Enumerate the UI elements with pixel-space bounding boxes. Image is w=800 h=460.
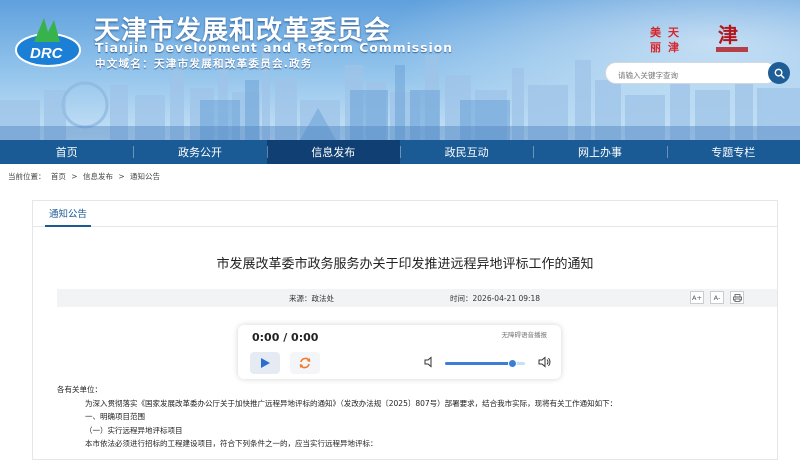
- article-panel: 通知公告 市发展改革委市政务服务办关于印发推进远程异地评标工作的通知 来源：政法…: [32, 200, 778, 460]
- article-title: 市发展改革委市政务服务办关于印发推进远程异地评标工作的通知: [216, 257, 594, 272]
- nav-item-interaction[interactable]: 政民互动: [399, 140, 533, 164]
- volume-high-icon[interactable]: [538, 355, 552, 369]
- nav-item-home[interactable]: 首页: [0, 140, 133, 164]
- breadcrumb-home[interactable]: 首页: [51, 172, 66, 181]
- article-source: 来源：政法处: [289, 294, 334, 303]
- site-header: DRC 天津市发展和改革委员会 Tianjin Development and …: [0, 0, 800, 140]
- player-time: 0:00 / 0:00: [252, 331, 319, 344]
- audio-player: 0:00 / 0:00 无障碍语音播报: [238, 325, 561, 379]
- search-icon: [774, 68, 785, 79]
- svg-text:津: 津: [718, 23, 738, 47]
- chinese-domain-name: 中文域名：天津市发展和改革委员会.政务: [95, 58, 313, 70]
- svg-text:天: 天: [668, 26, 680, 39]
- breadcrumb: 当前位置： 首页 > 信息发布 > 通知公告: [8, 171, 163, 182]
- nav-item-online-services[interactable]: 网上办事: [533, 140, 666, 164]
- article-body: 各有关单位： 为深入贯彻落实《国家发展改革委办公厅关于加快推广远程异地评标的通知…: [57, 383, 757, 451]
- section-tab-bar: 通知公告: [33, 201, 777, 227]
- article-time: 时间：2026-04-21 09:18: [450, 294, 541, 303]
- article-tools: A+ A-: [690, 291, 744, 304]
- svg-text:津: 津: [668, 40, 679, 54]
- breadcrumb-separator: >: [71, 172, 78, 181]
- breadcrumb-separator: >: [118, 172, 125, 181]
- nav-item-information-release[interactable]: 信息发布: [266, 140, 400, 164]
- search-input[interactable]: [606, 65, 756, 86]
- nav-item-government-affairs[interactable]: 政务公开: [133, 140, 266, 164]
- accessibility-audio-label: 无障碍语音播报: [501, 331, 548, 339]
- svg-text:美: 美: [650, 25, 662, 39]
- loop-button[interactable]: [290, 352, 320, 374]
- svg-text:DRC: DRC: [30, 45, 64, 62]
- volume-low-icon[interactable]: [424, 356, 436, 368]
- breadcrumb-prefix: 当前位置：: [8, 172, 46, 181]
- tianjin-calligraphy-badge[interactable]: 津: [712, 20, 752, 56]
- article-salutation: 各有关单位：: [57, 385, 102, 394]
- volume-slider[interactable]: [445, 359, 525, 368]
- print-icon: [732, 293, 742, 302]
- search-box[interactable]: [605, 62, 777, 86]
- main-nav: 首页 政务公开 信息发布 政民互动 网上办事 专题专栏: [0, 140, 800, 164]
- nav-item-special-topics[interactable]: 专题专栏: [666, 140, 800, 164]
- breadcrumb-notices[interactable]: 通知公告: [130, 172, 160, 181]
- font-increase-button[interactable]: A+: [690, 291, 704, 304]
- drc-logo: DRC: [15, 18, 81, 67]
- article-meta-bar: 来源：政法处 时间：2026-04-21 09:18 A+ A-: [57, 289, 777, 307]
- volume-slider-handle[interactable]: [508, 359, 517, 368]
- svg-text:丽: 丽: [650, 41, 661, 54]
- breadcrumb-information-release[interactable]: 信息发布: [83, 172, 113, 181]
- article-paragraph: 为深入贯彻落实《国家发展改革委办公厅关于加快推广远程异地评标的通知》（发改办法规…: [85, 398, 618, 408]
- loop-icon: [299, 357, 311, 369]
- article-paragraph: （一）实行远程异地评标项目: [85, 425, 183, 435]
- article-paragraph: 一、明确项目范围: [85, 412, 145, 421]
- print-button[interactable]: [730, 291, 744, 304]
- play-icon: [261, 358, 270, 368]
- article-paragraph: 本市依法必须进行招标的工程建设项目，符合下列条件之一的，应当实行远程异地评标：: [85, 439, 378, 448]
- search-button[interactable]: [768, 62, 790, 84]
- volume-slider-fill: [445, 362, 513, 365]
- font-decrease-button[interactable]: A-: [710, 291, 724, 304]
- beautiful-tianjin-badge[interactable]: 美 天 丽 津: [648, 22, 690, 54]
- play-button[interactable]: [250, 352, 280, 374]
- tab-notices[interactable]: 通知公告: [45, 207, 92, 227]
- site-title-english: Tianjin Development and Reform Commissio…: [95, 40, 453, 55]
